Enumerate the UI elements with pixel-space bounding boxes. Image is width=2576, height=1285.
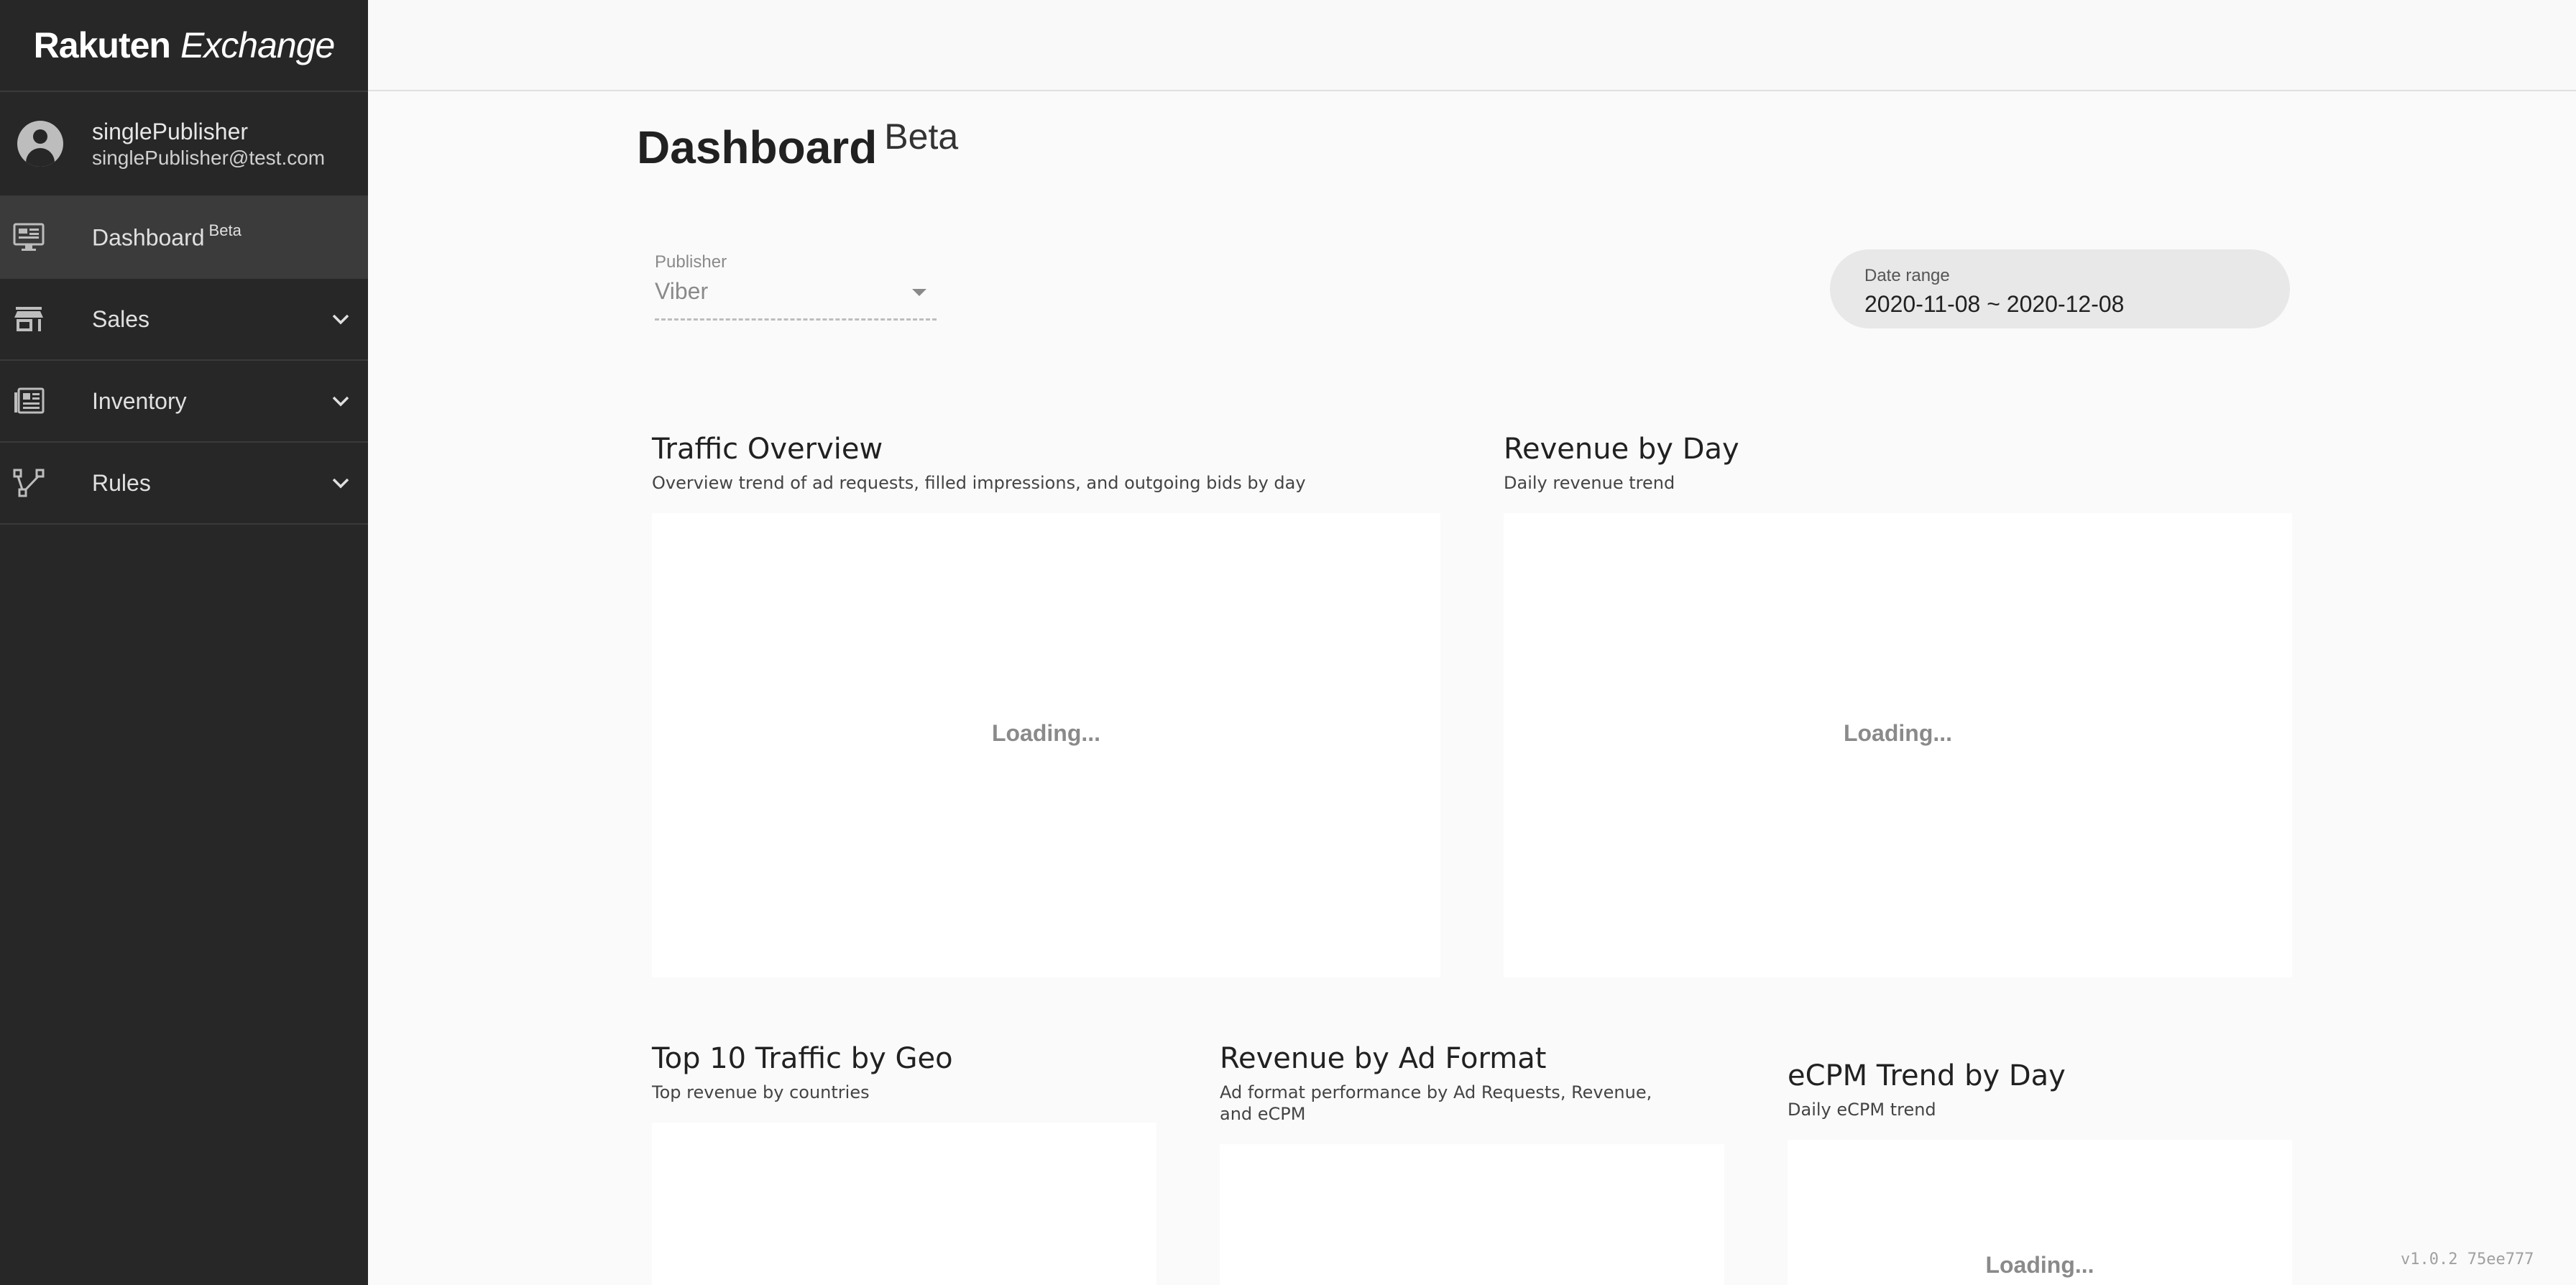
loading-indicator: Loading... (1843, 720, 1953, 746)
sidebar-item-inventory[interactable]: Inventory (0, 361, 368, 443)
publisher-label: Publisher (655, 252, 727, 272)
revenue-by-day-chart: Loading... (1504, 513, 2292, 977)
ecpm-trend-title: eCPM Trend by Day (1788, 1059, 2066, 1092)
newspaper-icon (14, 387, 45, 414)
top10-geo-title: Top 10 Traffic by Geo (652, 1042, 953, 1075)
revenue-ad-format-chart (1220, 1144, 1724, 1285)
loading-indicator: Loading... (991, 720, 1101, 746)
user-profile[interactable]: singlePublisher singlePublisher@test.com (0, 92, 368, 197)
ecpm-trend-chart: Loading... (1788, 1140, 2292, 1285)
sidebar-item-dashboard[interactable]: Dashboard Beta (0, 197, 368, 279)
sidebar-item-sales[interactable]: Sales (0, 279, 368, 361)
profile-text: singlePublisher singlePublisher@test.com (92, 117, 325, 170)
traffic-overview-subtitle: Overview trend of ad requests, filled im… (652, 473, 1306, 493)
traffic-overview-title: Traffic Overview (652, 433, 883, 466)
logo-text: Rakuten Exchange (33, 24, 336, 66)
sidebar-item-label: Sales (92, 305, 150, 332)
logo-word-exchange: Exchange (180, 25, 335, 65)
sidebar: Rakuten Exchange singlePublisher singlePu… (0, 0, 368, 1285)
store-icon (14, 307, 43, 331)
monitor-dashboard-icon (13, 223, 45, 251)
publisher-select[interactable]: Publisher Viber (655, 252, 937, 321)
beta-badge: Beta (884, 116, 959, 157)
version-label: v1.0.2 75ee777 (2401, 1251, 2534, 1268)
logo-word-rakuten: Rakuten (33, 25, 171, 65)
top10-geo-subtitle: Top revenue by countries (652, 1082, 870, 1102)
ecpm-trend-subtitle: Daily eCPM trend (1788, 1100, 1936, 1120)
top10-geo-chart (652, 1123, 1156, 1285)
page-title: Dashboard Beta (637, 116, 959, 173)
chevron-down-icon[interactable] (329, 308, 352, 331)
revenue-ad-format-subtitle-line1: Ad format performance by Ad Requests, Re… (1220, 1082, 1652, 1102)
top-app-bar (368, 0, 2576, 91)
branch-icon (13, 469, 45, 497)
beta-badge: Beta (208, 221, 242, 240)
revenue-ad-format-title: Revenue by Ad Format (1220, 1042, 1547, 1075)
brand-logo[interactable]: Rakuten Exchange (0, 0, 368, 92)
sidebar-item-label: Inventory (92, 387, 187, 414)
traffic-overview-chart: Loading... (652, 513, 1440, 977)
chevron-down-icon[interactable] (329, 390, 352, 413)
account-circle-icon (17, 121, 63, 167)
sidebar-item-rules[interactable]: Rules (0, 443, 368, 525)
date-range-label: Date range (1864, 266, 1950, 285)
sidebar-item-label: Rules (92, 469, 151, 496)
chevron-down-icon[interactable] (329, 471, 352, 494)
date-range-picker[interactable]: Date range 2020-11-08 ~ 2020-12-08 (1830, 249, 2290, 328)
revenue-ad-format-subtitle-line2: and eCPM (1220, 1104, 1306, 1124)
dropdown-arrow-icon[interactable] (912, 289, 926, 296)
revenue-by-day-subtitle: Daily revenue trend (1504, 473, 1675, 493)
user-name: singlePublisher (92, 119, 249, 144)
revenue-by-day-title: Revenue by Day (1504, 433, 1739, 466)
user-email: singlePublisher@test.com (92, 147, 326, 169)
publisher-value: Viber (655, 278, 709, 304)
sidebar-item-label: Dashboard Beta (92, 221, 242, 251)
loading-indicator: Loading... (1985, 1252, 2094, 1278)
date-range-value: 2020-11-08 ~ 2020-12-08 (1864, 291, 2125, 317)
